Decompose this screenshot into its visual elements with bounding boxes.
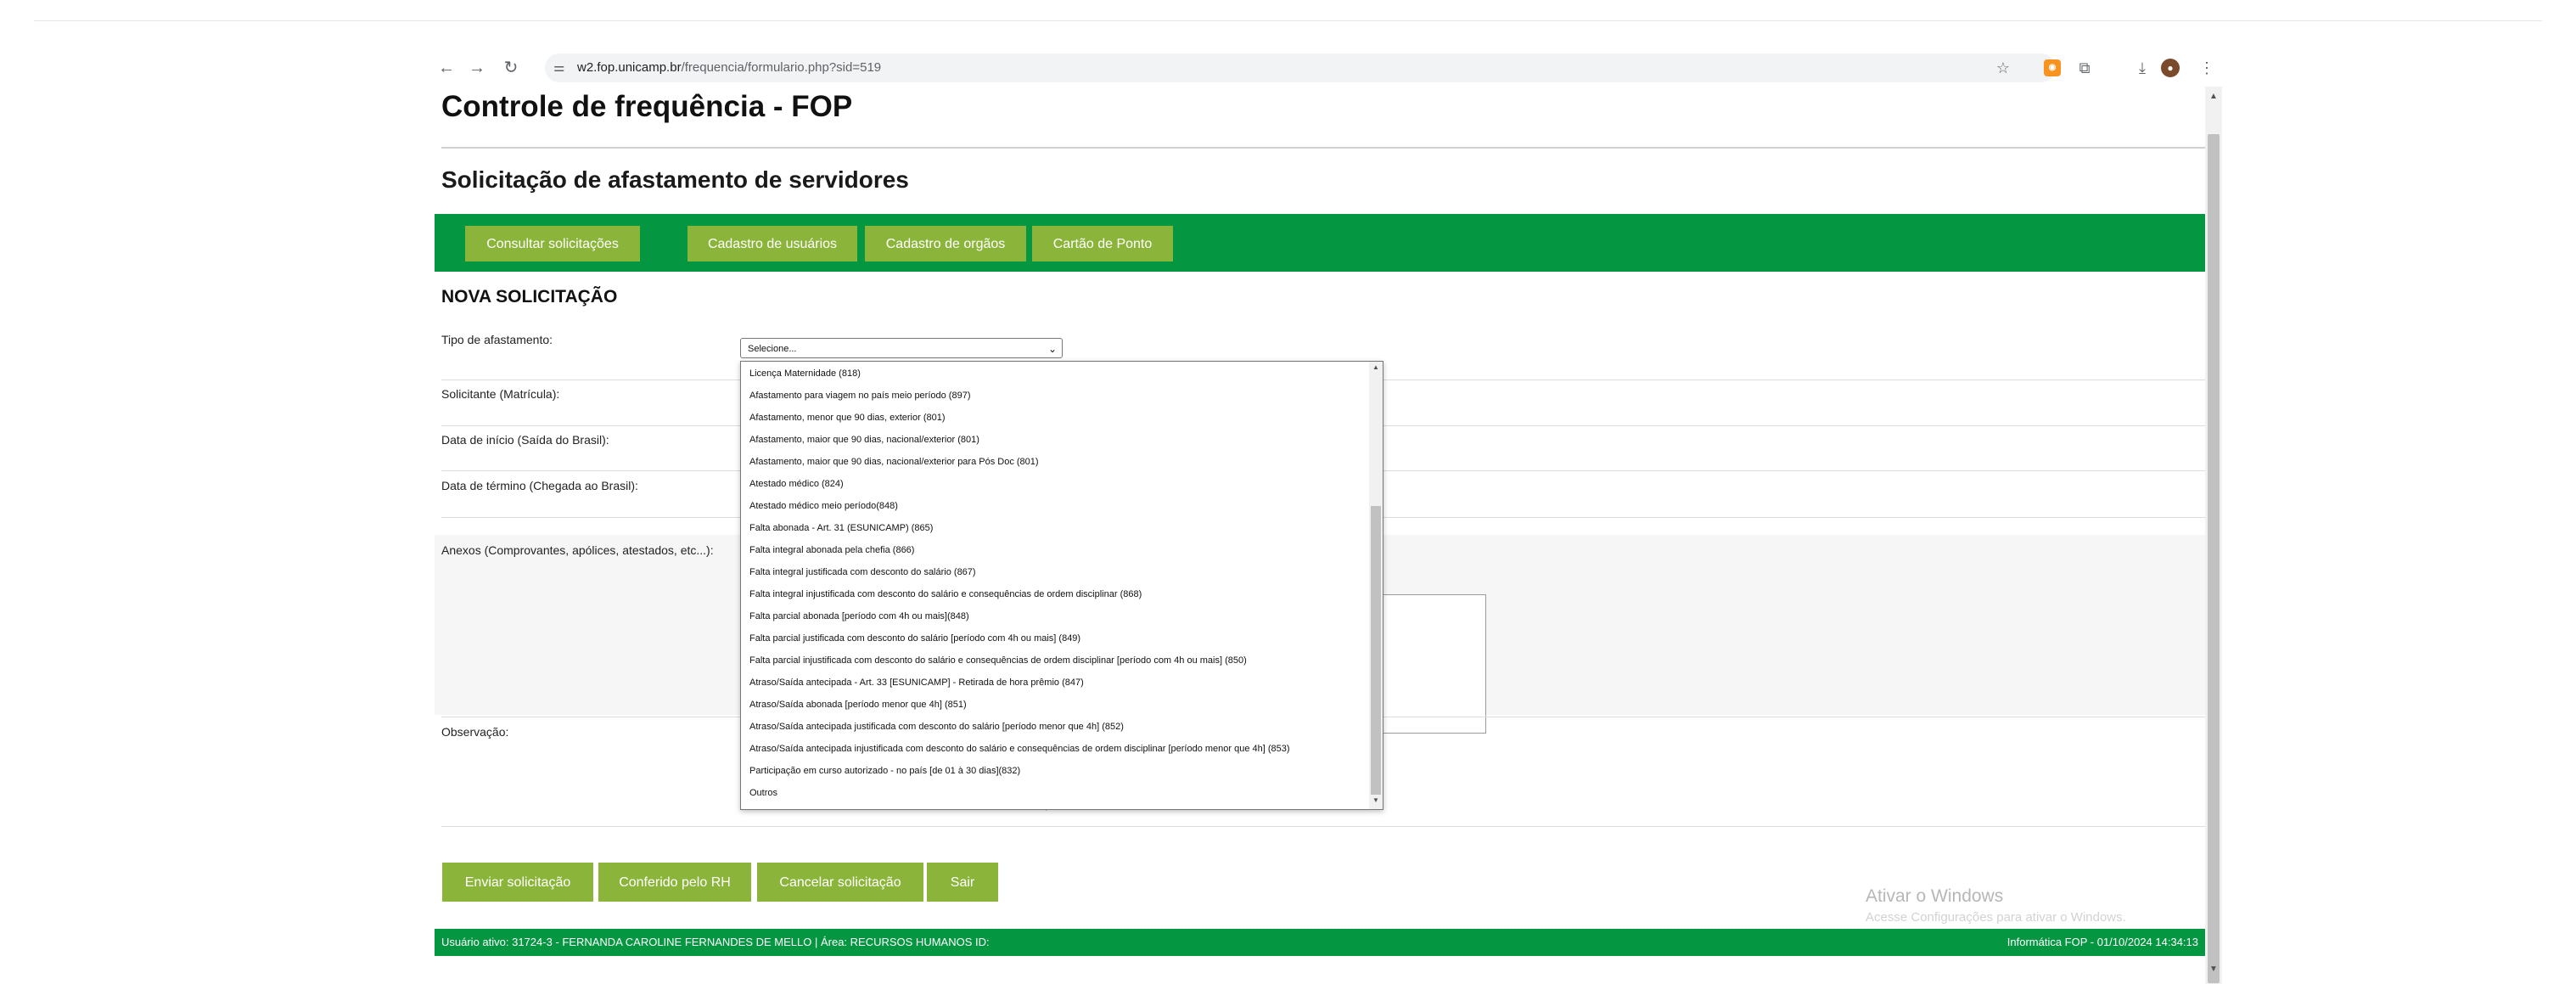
menu-consultar-solicitacoes-button[interactable]: Consultar solicitações <box>465 226 640 261</box>
enviar-solicitacao-button[interactable]: Enviar solicitação <box>442 863 593 902</box>
url-text: w2.fop.unicamp.br/frequencia/formulario.… <box>577 60 882 75</box>
page-scroll-up-icon[interactable]: ▲ <box>2205 90 2222 104</box>
scroll-up-icon[interactable]: ▲ <box>1371 363 1381 371</box>
download-icon[interactable]: ⤓ <box>2130 56 2154 80</box>
active-user-info: Usuário ativo: 31724-3 - FERNANDA CAROLI… <box>441 936 990 948</box>
section-title: NOVA SOLICITAÇÃO <box>441 287 618 306</box>
option-item[interactable]: Afastamento, maior que 90 dias, nacional… <box>749 429 979 451</box>
option-item[interactable]: Falta parcial justificada com desconto d… <box>749 627 1080 649</box>
status-footer: Usuário ativo: 31724-3 - FERNANDA CAROLI… <box>435 929 2205 956</box>
option-item[interactable]: Atraso/Saída antecipada injustificada co… <box>749 738 1290 760</box>
page-content: Controle de frequência - FOP Solicitação… <box>435 87 2205 984</box>
page-subtitle: Solicitação de afastamento de servidores <box>441 166 909 193</box>
option-item[interactable]: Falta parcial injustificada com desconto… <box>749 649 1247 672</box>
browser-window: ← → ↻ ⚌ w2.fop.unicamp.br/frequencia/for… <box>435 49 2222 984</box>
address-bar[interactable]: ⚌ w2.fop.unicamp.br/frequencia/formulari… <box>545 53 2056 82</box>
sair-button[interactable]: Sair <box>927 863 998 902</box>
puzzle-icon[interactable]: ⧉ <box>2073 56 2096 80</box>
back-icon[interactable]: ← <box>435 56 458 80</box>
option-item[interactable]: Outros <box>749 782 777 804</box>
option-item[interactable]: Afastamento para viagem no país meio per… <box>749 385 970 407</box>
option-item[interactable]: Atraso/Saída antecipada - Art. 33 [ESUNI… <box>749 672 1084 694</box>
option-item[interactable]: Falta integral justificada com desconto … <box>749 561 976 583</box>
option-item[interactable]: Falta parcial abonada [período com 4h ou… <box>749 605 969 627</box>
browser-toolbar: ← → ↻ ⚌ w2.fop.unicamp.br/frequencia/for… <box>435 49 2222 87</box>
menu-cadastro-orgaos-button[interactable]: Cadastro de orgãos <box>865 226 1026 261</box>
dropdown-scroll-thumb[interactable] <box>1371 506 1381 795</box>
label-tipo-afastamento: Tipo de afastamento: <box>441 333 553 346</box>
page-scroll-thumb[interactable] <box>2208 134 2220 983</box>
title-divider <box>441 147 2205 149</box>
profile-icon[interactable]: ● <box>2161 59 2180 77</box>
chevron-down-icon: ⌄ <box>1047 343 1057 355</box>
option-item[interactable]: Afastamento, menor que 90 dias, exterior… <box>749 407 946 429</box>
option-item[interactable]: Atestado médico (824) <box>749 473 844 495</box>
conferido-rh-button[interactable]: Conferido pelo RH <box>598 863 751 902</box>
option-item[interactable]: Falta integral injustificada com descont… <box>749 583 1142 605</box>
page-title: Controle de frequência - FOP <box>441 90 853 123</box>
tipo-afastamento-options-list[interactable]: Licença Maternidade (818) Afastamento pa… <box>740 361 1383 810</box>
star-icon[interactable]: ☆ <box>1991 56 2015 80</box>
dropdown-scrollbar[interactable]: ▲ ▼ <box>1369 362 1383 809</box>
option-item[interactable]: Licença Maternidade (818) <box>749 363 861 385</box>
option-item[interactable]: Afastamento, maior que 90 dias, nacional… <box>749 451 1039 473</box>
windows-activation-title: Ativar o Windows <box>1866 886 2004 906</box>
system-datetime: Informática FOP - 01/10/2024 14:34:13 <box>2006 936 2198 948</box>
select-value: Selecione... <box>748 344 797 354</box>
option-item[interactable]: Participação em curso autorizado - no pa… <box>749 760 1020 782</box>
tipo-afastamento-select[interactable]: Selecione... ⌄ <box>740 338 1063 358</box>
anexos-input[interactable] <box>1377 594 1486 734</box>
label-observacao: Observação: <box>441 725 509 739</box>
option-item[interactable]: Falta abonada - Art. 31 (ESUNICAMP) (865… <box>749 517 933 539</box>
main-menu-bar: Consultar solicitações Cadastro de usuár… <box>435 214 2205 272</box>
option-item[interactable]: Atraso/Saída abonada [período menor que … <box>749 694 967 716</box>
scroll-down-icon[interactable]: ▼ <box>1371 796 1381 804</box>
outer-frame-line <box>34 20 2542 21</box>
cancelar-solicitacao-button[interactable]: Cancelar solicitação <box>757 863 923 902</box>
option-item[interactable]: Atestado médico meio período(848) <box>749 495 898 517</box>
label-anexos: Anexos (Comprovantes, apólices, atestado… <box>441 543 714 557</box>
tune-icon[interactable]: ⚌ <box>553 53 564 82</box>
page-scroll-down-icon[interactable]: ▼ <box>2205 963 2222 976</box>
label-data-termino: Data de término (Chegada ao Brasil): <box>441 479 638 492</box>
forward-icon[interactable]: → <box>465 56 489 80</box>
reload-icon[interactable]: ↻ <box>499 56 523 80</box>
label-data-inicio: Data de início (Saída do Brasil): <box>441 433 609 447</box>
option-item[interactable]: Falta integral abonada pela chefia (866) <box>749 539 914 561</box>
extension-icon[interactable]: ◉ <box>2044 59 2061 76</box>
option-item[interactable]: Atraso/Saída antecipada justificada com … <box>749 716 1124 738</box>
kebab-menu-icon[interactable]: ⋮ <box>2195 56 2219 80</box>
windows-activation-subtitle: Acesse Configurações para ativar o Windo… <box>1866 910 2126 925</box>
menu-cadastro-usuarios-button[interactable]: Cadastro de usuários <box>687 226 857 261</box>
menu-cartao-ponto-button[interactable]: Cartão de Ponto <box>1032 226 1173 261</box>
row-divider <box>441 826 2205 827</box>
label-solicitante: Solicitante (Matrícula): <box>441 387 560 401</box>
